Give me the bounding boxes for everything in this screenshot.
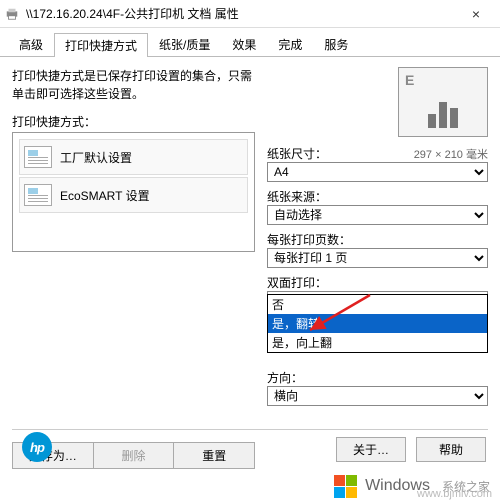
duplex-option-flip[interactable]: 是，翻转	[268, 314, 487, 333]
shortcut-label: 工厂默认设置	[60, 149, 132, 166]
about-button[interactable]: 关于…	[336, 437, 406, 462]
printer-icon	[4, 6, 20, 22]
tab-services[interactable]: 服务	[313, 32, 359, 56]
shortcut-list[interactable]: 工厂默认设置 EcoSMART 设置	[12, 132, 255, 252]
preview-letter: E	[405, 72, 414, 88]
tab-advanced[interactable]: 高级	[8, 32, 54, 56]
paper-source-label: 纸张来源：	[267, 188, 488, 205]
orientation-select[interactable]: 横向	[267, 386, 488, 406]
tab-content: 打印快捷方式是已保存打印设置的集合，只需单击即可选择这些设置。 打印快捷方式： …	[0, 57, 500, 469]
orientation-label: 方向：	[267, 369, 488, 386]
help-button[interactable]: 帮助	[416, 437, 486, 462]
tab-bar: 高级 打印快捷方式 纸张/质量 效果 完成 服务	[0, 28, 500, 57]
duplex-dropdown[interactable]: 否 是，翻转 是，向上翻	[267, 294, 488, 353]
shortcut-label: EcoSMART 设置	[60, 187, 150, 204]
window-title: \\172.16.20.24\4F-公共打印机 文档 属性	[26, 5, 456, 22]
paper-size-select[interactable]: A4	[267, 162, 488, 182]
windows-logo-icon	[334, 475, 357, 498]
duplex-option-no[interactable]: 否	[268, 295, 487, 314]
page-thumb-icon	[24, 146, 52, 168]
title-bar: \\172.16.20.24\4F-公共打印机 文档 属性 ×	[0, 0, 500, 28]
duplex-option-flip-up[interactable]: 是，向上翻	[268, 333, 487, 352]
tab-finishing[interactable]: 完成	[267, 32, 313, 56]
pages-per-sheet-select[interactable]: 每张打印 1 页	[267, 248, 488, 268]
tab-shortcuts[interactable]: 打印快捷方式	[54, 33, 148, 57]
watermark-url: www.bjmlv.com	[417, 488, 492, 500]
duplex-field: 双面打印： 否 ▾ 否 是，翻转 是，向上翻	[267, 274, 488, 311]
paper-size-label: 纸张尺寸：	[267, 145, 327, 162]
tab-paper-quality[interactable]: 纸张/质量	[148, 32, 221, 56]
dialog-footer: 关于… 帮助	[0, 431, 500, 468]
separator	[12, 429, 488, 430]
paper-source-select[interactable]: 自动选择	[267, 205, 488, 225]
shortcut-item-ecosmart[interactable]: EcoSMART 设置	[19, 177, 248, 213]
shortcut-item-factory[interactable]: 工厂默认设置	[19, 139, 248, 175]
page-thumb-icon	[24, 184, 52, 206]
pages-per-sheet-label: 每张打印页数：	[267, 231, 488, 248]
duplex-label: 双面打印：	[267, 274, 488, 291]
page-preview: E	[398, 67, 488, 137]
preview-bars-icon	[428, 102, 458, 128]
close-button[interactable]: ×	[456, 0, 496, 28]
shortcut-list-label: 打印快捷方式：	[12, 113, 255, 130]
description-text: 打印快捷方式是已保存打印设置的集合，只需单击即可选择这些设置。	[12, 67, 255, 103]
paper-size-dim: 297 × 210 毫米	[414, 146, 488, 162]
tab-effects[interactable]: 效果	[221, 32, 267, 56]
